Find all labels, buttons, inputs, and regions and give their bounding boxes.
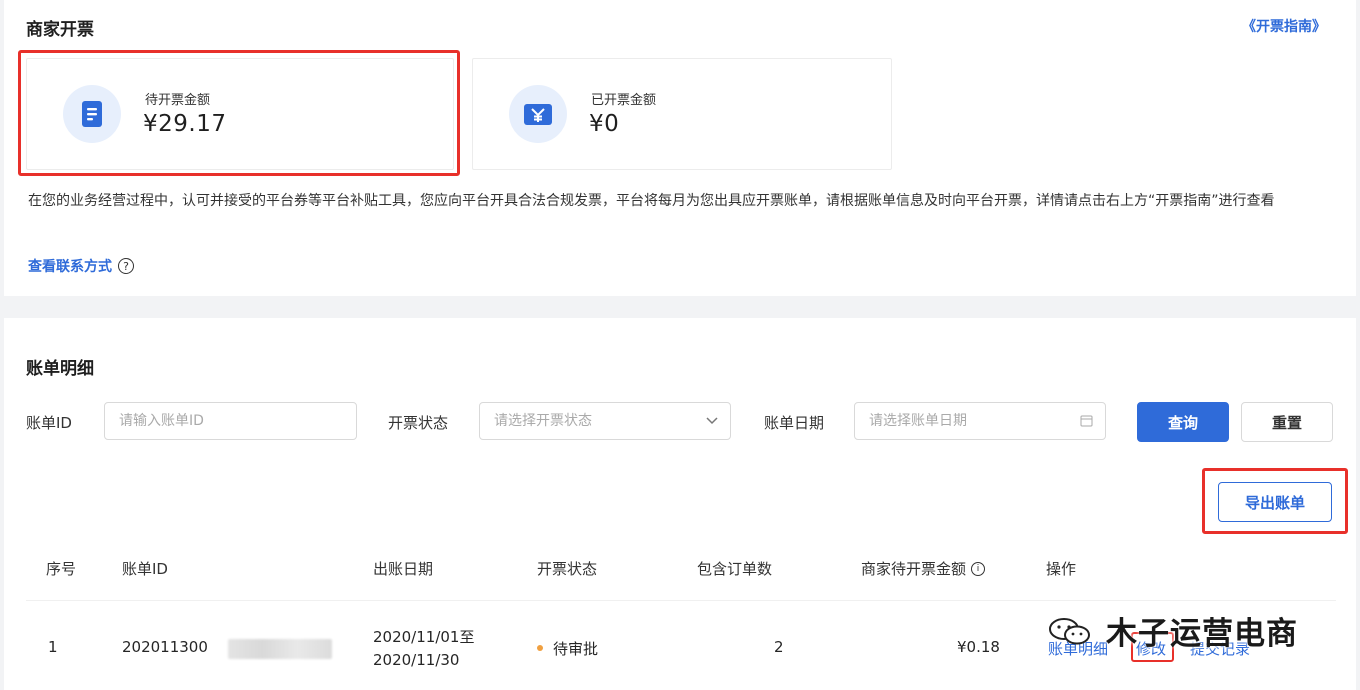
row-order-count: 2	[774, 638, 784, 656]
col-pending-amount-label: 商家待开票金额	[861, 560, 967, 578]
row-date-end: 2020/11/30	[373, 651, 460, 669]
col-invoice-status: 开票状态	[537, 560, 598, 578]
reset-button[interactable]: 重置	[1241, 402, 1333, 442]
invoice-status-placeholder: 请选择开票状态	[494, 413, 592, 429]
document-icon	[63, 85, 121, 143]
redacted-bill-id	[228, 639, 332, 659]
export-bill-button[interactable]: 导出账单	[1218, 482, 1332, 522]
bill-id-input[interactable]: 请输入账单ID	[104, 402, 357, 440]
view-contact-label[interactable]: 查看联系方式	[28, 256, 112, 276]
col-bill-id: 账单ID	[122, 560, 168, 578]
col-actions: 操作	[1046, 560, 1077, 578]
row-bill-id: 202011300	[122, 638, 208, 656]
bill-section-title: 账单明细	[26, 359, 94, 379]
watermark-text: 木子运营电商	[1106, 616, 1298, 652]
issued-amount-card: 已开票金额 ¥0	[472, 58, 892, 170]
row-index: 1	[48, 638, 58, 656]
col-order-count: 包含订单数	[697, 560, 773, 578]
help-icon[interactable]: ?	[118, 258, 134, 274]
yen-wallet-icon	[509, 85, 567, 143]
chevron-down-icon	[706, 403, 718, 439]
pending-amount-value: ¥29.17	[143, 111, 227, 137]
col-pending-amount: 商家待开票金额 i	[861, 558, 986, 579]
wechat-logo-icon	[1048, 616, 1092, 646]
invoice-guide-link[interactable]: 《开票指南》	[1242, 16, 1326, 36]
invoice-description: 在您的业务经营过程中，认可并接受的平台券等平台补贴工具，您应向平台开具合法合规发…	[28, 193, 1275, 209]
row-status-label: 待审批	[553, 640, 599, 658]
watermark: 木子运营电商	[1048, 608, 1298, 653]
bill-date-picker[interactable]: 请选择账单日期	[854, 402, 1106, 440]
calendar-icon	[1080, 403, 1093, 439]
col-bill-date: 出账日期	[373, 560, 434, 578]
col-index: 序号	[46, 560, 77, 578]
issued-amount-value: ¥0	[589, 111, 620, 137]
invoice-status-select[interactable]: 请选择开票状态	[479, 402, 731, 440]
bill-detail-panel: 账单明细 账单ID 请输入账单ID 开票状态 请选择开票状态 账单日期 请选择账…	[4, 318, 1356, 690]
table-header-divider	[26, 600, 1336, 601]
pending-status-dot	[537, 644, 543, 651]
page-title: 商家开票	[26, 20, 94, 40]
bill-id-label: 账单ID	[26, 414, 72, 432]
bill-date-placeholder: 请选择账单日期	[869, 413, 967, 429]
invoice-status-label: 开票状态	[388, 414, 449, 432]
view-contact-link[interactable]: 查看联系方式 ?	[28, 256, 134, 276]
bill-date-label: 账单日期	[764, 414, 825, 432]
pending-amount-card: 待开票金额 ¥29.17	[26, 58, 454, 170]
bill-id-placeholder: 请输入账单ID	[119, 413, 204, 429]
row-amount: ¥0.18	[957, 638, 1000, 656]
row-date-start: 2020/11/01至	[373, 628, 475, 646]
row-status: 待审批	[537, 638, 598, 659]
invoice-summary-panel: 商家开票 《开票指南》 待开票金额 ¥29.17 已开票金额 ¥0 在您的业务经…	[4, 0, 1356, 296]
query-button[interactable]: 查询	[1137, 402, 1229, 442]
pending-amount-label: 待开票金额	[145, 93, 211, 108]
issued-amount-label: 已开票金额	[591, 93, 657, 108]
info-icon[interactable]: i	[971, 561, 986, 576]
